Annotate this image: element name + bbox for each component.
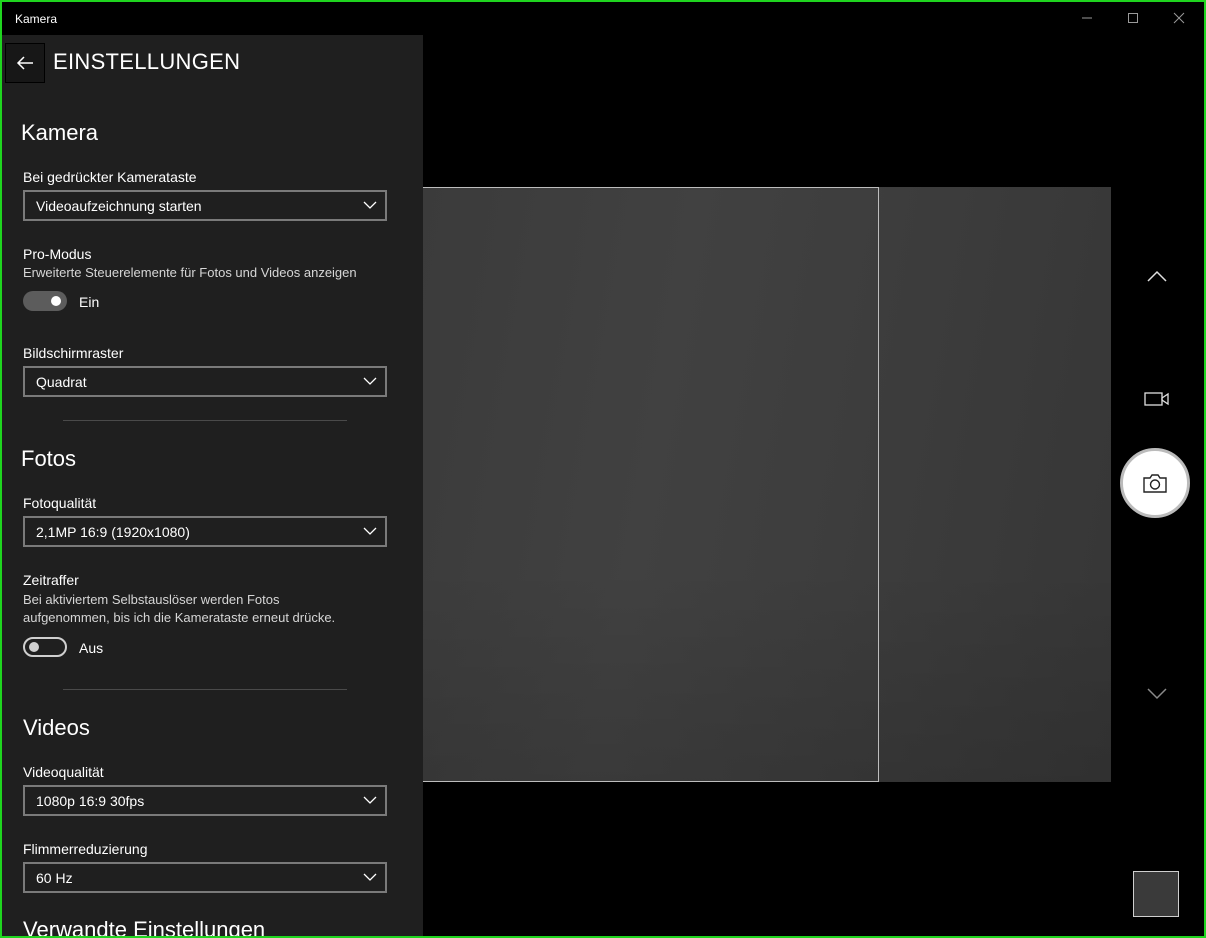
- scroll-down-button[interactable]: [1141, 680, 1173, 708]
- grid-dropdown[interactable]: Quadrat: [23, 366, 387, 397]
- section-fotos-heading: Fotos: [21, 446, 77, 471]
- maximize-icon: [1128, 13, 1138, 23]
- timelapse-toggle[interactable]: [23, 637, 67, 657]
- toggle-knob: [51, 296, 61, 306]
- minimize-button[interactable]: [1064, 2, 1110, 34]
- dropdown-value: 2,1MP 16:9 (1920x1080): [36, 524, 190, 540]
- square-grid-overlay: [423, 187, 879, 782]
- camera-button-label: Bei gedrückter Kamerataste: [23, 169, 197, 185]
- grid-label: Bildschirmraster: [23, 345, 124, 361]
- minimize-icon: [1082, 17, 1092, 19]
- section-divider: [63, 689, 347, 690]
- video-quality-label: Videoqualität: [23, 764, 104, 780]
- timelapse-description-line2: aufgenommen, bis ich die Kamerataste ern…: [23, 610, 336, 625]
- chevron-down-icon: [363, 377, 377, 385]
- timelapse-state: Aus: [79, 640, 104, 656]
- take-photo-button[interactable]: [1120, 448, 1190, 518]
- title-bar: Kamera: [2, 2, 1204, 35]
- dropdown-value: 1080p 16:9 30fps: [36, 793, 145, 809]
- app-title: Kamera: [15, 12, 58, 26]
- video-camera-icon: [1144, 392, 1169, 406]
- camera-viewfinder[interactable]: [423, 187, 1111, 782]
- chevron-down-icon: [363, 201, 377, 209]
- flicker-dropdown[interactable]: 60 Hz: [23, 862, 387, 893]
- dropdown-value: Quadrat: [36, 374, 87, 390]
- close-button[interactable]: [1156, 2, 1202, 34]
- section-divider: [63, 420, 347, 421]
- camera-button-dropdown[interactable]: Videoaufzeichnung starten: [23, 190, 387, 221]
- settings-title: EINSTELLUNGEN: [53, 49, 241, 74]
- dropdown-value: 60 Hz: [36, 870, 73, 886]
- timelapse-label: Zeitraffer: [23, 572, 79, 588]
- chevron-down-icon: [363, 873, 377, 881]
- video-quality-dropdown[interactable]: 1080p 16:9 30fps: [23, 785, 387, 816]
- camera-icon: [1143, 474, 1167, 493]
- photo-quality-dropdown[interactable]: 2,1MP 16:9 (1920x1080): [23, 516, 387, 547]
- toggle-knob: [29, 642, 39, 652]
- scroll-up-button[interactable]: [1141, 262, 1173, 290]
- pro-mode-description: Erweiterte Steuerelemente für Fotos und …: [23, 265, 357, 280]
- close-icon: [1173, 12, 1185, 24]
- pro-mode-toggle[interactable]: [23, 291, 67, 311]
- chevron-down-icon: [363, 796, 377, 804]
- chevron-down-icon: [1147, 688, 1167, 700]
- chevron-up-icon: [1147, 270, 1167, 282]
- timelapse-description-line1: Bei aktiviertem Selbstauslöser werden Fo…: [23, 592, 280, 607]
- dropdown-value: Videoaufzeichnung starten: [36, 198, 202, 214]
- section-related-heading: Verwandte Einstellungen: [23, 917, 266, 936]
- back-button[interactable]: [5, 43, 45, 83]
- settings-panel: EINSTELLUNGEN Kamera Bei gedrückter Kame…: [2, 35, 423, 936]
- flicker-label: Flimmerreduzierung: [23, 841, 148, 857]
- pro-mode-state: Ein: [79, 294, 100, 310]
- photo-quality-label: Fotoqualität: [23, 495, 97, 511]
- chevron-down-icon: [363, 527, 377, 535]
- video-mode-button[interactable]: [1141, 386, 1173, 412]
- section-videos-heading: Videos: [23, 715, 90, 740]
- last-capture-thumbnail[interactable]: [1133, 871, 1179, 917]
- arrow-left-icon: [16, 56, 33, 70]
- pro-mode-label: Pro-Modus: [23, 246, 92, 262]
- maximize-button[interactable]: [1110, 2, 1156, 34]
- section-kamera-heading: Kamera: [21, 120, 99, 145]
